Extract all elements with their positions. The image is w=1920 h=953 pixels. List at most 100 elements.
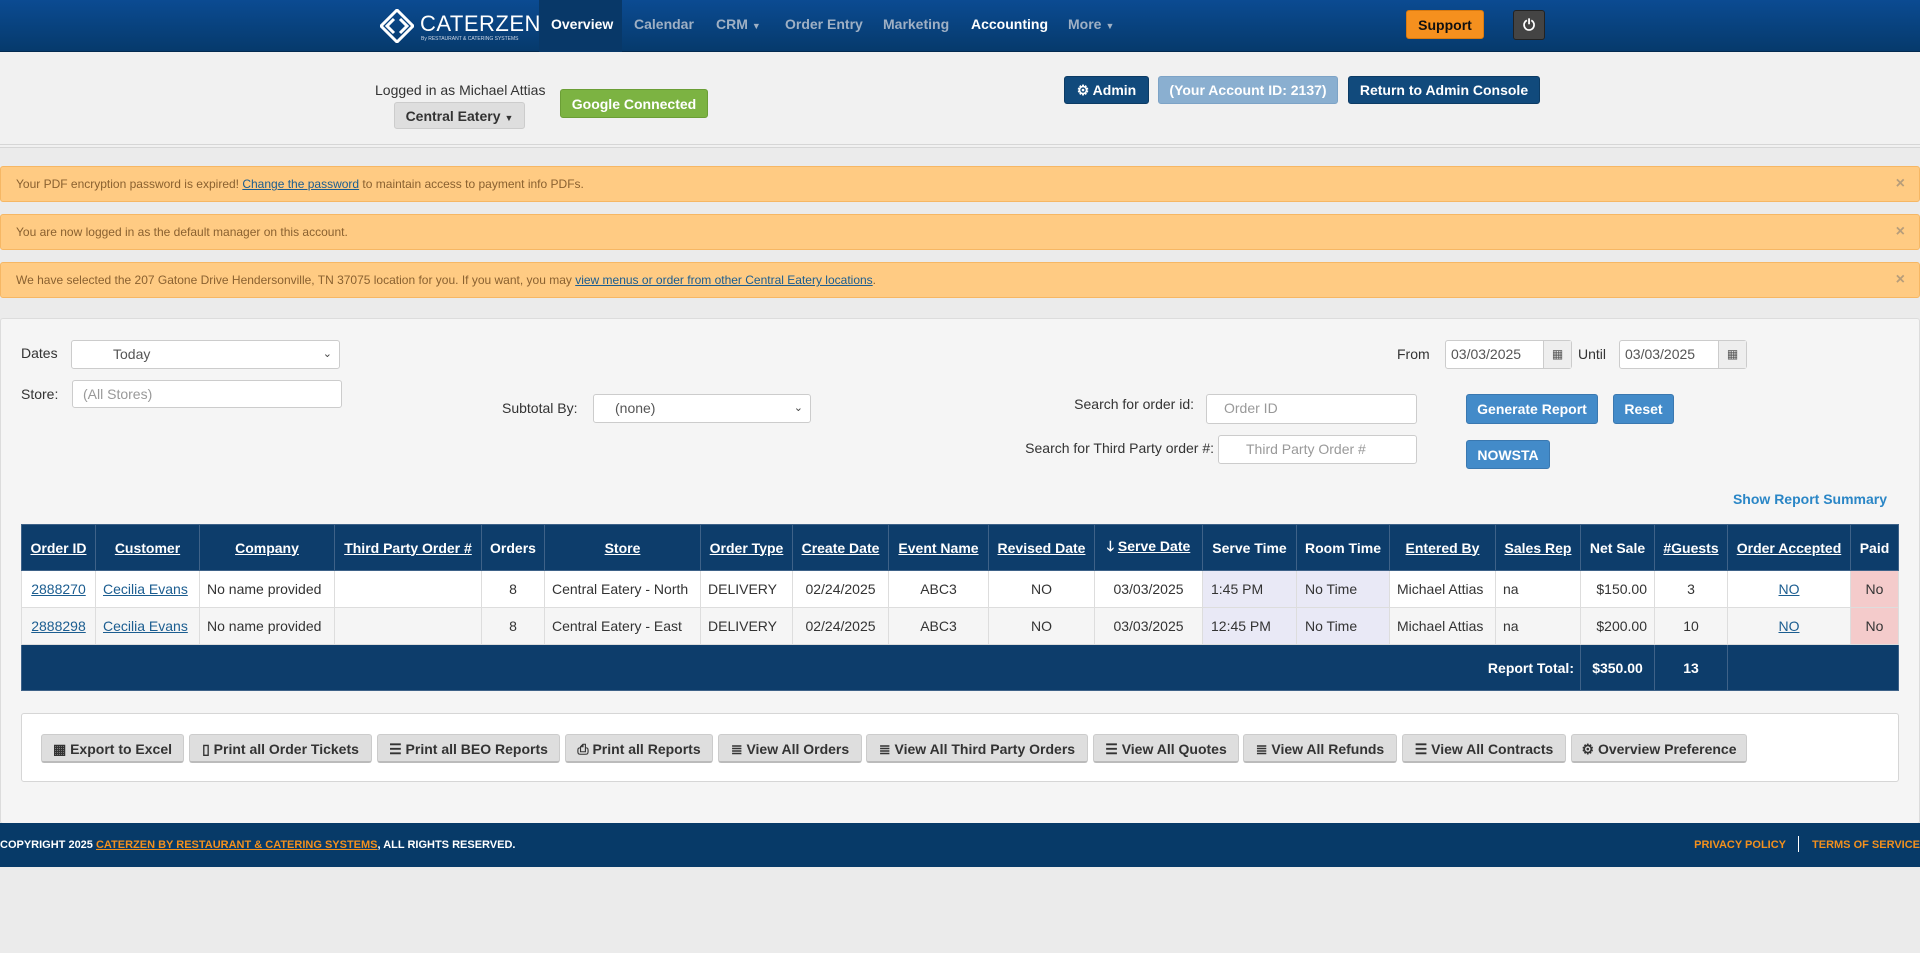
column-header[interactable]: Customer xyxy=(95,524,200,571)
cell-link[interactable]: 2888298 xyxy=(31,618,86,634)
column-header[interactable]: Third Party Order # xyxy=(334,524,482,571)
close-icon[interactable]: × xyxy=(1896,263,1905,297)
return-admin-console-button[interactable]: Return to Admin Console xyxy=(1348,76,1540,104)
cell-order-type: DELIVERY xyxy=(700,607,793,645)
from-date-input[interactable]: 03/03/2025 ▦ xyxy=(1445,340,1572,369)
order-id-placeholder: Order ID xyxy=(1224,400,1278,416)
column-label: Order ID xyxy=(30,539,87,556)
column-header[interactable]: Create Date xyxy=(792,524,889,571)
column-header[interactable]: Entered By xyxy=(1389,524,1496,571)
cell-link[interactable]: NO xyxy=(1779,581,1800,597)
store-input[interactable]: (All Stores) xyxy=(72,380,342,408)
cell-sales-rep: na xyxy=(1495,607,1581,645)
order-id-input[interactable]: Order ID xyxy=(1206,394,1417,424)
cell-order-accepted: NO xyxy=(1727,570,1851,608)
cell-link[interactable]: NO xyxy=(1779,618,1800,634)
column-header[interactable]: Sales Rep xyxy=(1495,524,1581,571)
third-party-input[interactable]: Third Party Order # xyxy=(1218,435,1417,464)
column-header[interactable]: 🡓 Serve Date xyxy=(1094,524,1203,571)
store-label: Central Eatery xyxy=(405,108,501,124)
column-header[interactable]: Order Accepted xyxy=(1727,524,1851,571)
nav-marketing[interactable]: Marketing xyxy=(871,0,961,52)
report-total-row: Report Total: $350.00 13 xyxy=(21,644,1899,691)
logout-button[interactable]: ⏻ xyxy=(1513,10,1545,40)
nav-accounting[interactable]: Accounting xyxy=(959,0,1060,52)
cell-link[interactable]: Cecilia Evans xyxy=(103,618,188,634)
generate-report-button[interactable]: Generate Report xyxy=(1466,394,1598,424)
cell-serve-time: 1:45 PM xyxy=(1202,570,1297,608)
column-label: Company xyxy=(235,539,299,556)
support-button[interactable]: Support xyxy=(1406,10,1484,39)
action-label: View All Third Party Orders xyxy=(894,741,1076,757)
column-header[interactable]: Order ID xyxy=(21,524,96,571)
cell-link[interactable]: 2888270 xyxy=(31,581,86,597)
nav-more[interactable]: More ▼ xyxy=(1056,0,1126,52)
column-header[interactable]: #Guests xyxy=(1654,524,1728,571)
reset-button[interactable]: Reset xyxy=(1613,394,1674,424)
cell-net-sale: $200.00 xyxy=(1580,607,1655,645)
company-link[interactable]: CATERZEN BY RESTAURANT & CATERING SYSTEM… xyxy=(96,839,378,851)
action-button-print-all-reports[interactable]: ⎙ Print all Reports xyxy=(565,734,713,763)
column-header[interactable]: Store xyxy=(544,524,701,571)
nav-overview[interactable]: Overview xyxy=(539,0,622,52)
terms-of-service-link[interactable]: TERMS OF SERVICE xyxy=(1812,823,1920,867)
order-id-label: Search for order id: xyxy=(1074,396,1194,412)
cell-entered-by: Michael Attias xyxy=(1389,607,1496,645)
until-date-input[interactable]: 03/03/2025 ▦ xyxy=(1619,340,1747,369)
nav-calendar[interactable]: Calendar xyxy=(622,0,706,52)
calendar-icon[interactable]: ▦ xyxy=(1543,341,1571,368)
action-button-overview-preference[interactable]: ⚙ Overview Preference xyxy=(1571,734,1747,763)
nav-label: More xyxy=(1068,16,1102,32)
caret-down-icon: ▼ xyxy=(1105,21,1115,31)
show-report-summary-link[interactable]: Show Report Summary xyxy=(1733,491,1887,507)
cell-room-time: No Time xyxy=(1296,570,1390,608)
column-header[interactable]: Revised Date xyxy=(988,524,1095,571)
table-header-row: Order ID Customer Company Third Party Order… xyxy=(21,524,1899,571)
subtotal-select[interactable]: (none) ⌄ xyxy=(593,394,811,423)
action-button-view-all-third-party-orders[interactable]: ≣ View All Third Party Orders xyxy=(866,734,1088,763)
cell-customer: Cecilia Evans xyxy=(95,570,200,608)
google-connected-button[interactable]: Google Connected xyxy=(560,89,708,118)
column-label: Orders xyxy=(490,539,536,556)
action-label: View All Quotes xyxy=(1121,741,1227,757)
action-button-view-all-orders[interactable]: ≣ View All Orders xyxy=(718,734,862,763)
nav-order-entry[interactable]: Order Entry xyxy=(773,0,875,52)
nowsta-button[interactable]: NOWSTA xyxy=(1466,440,1550,469)
action-button-view-all-contracts[interactable]: ☰ View All Contracts xyxy=(1402,734,1566,763)
caterzen-logo[interactable]: CATERZEN By RESTAURANT & CATERING SYSTEM… xyxy=(380,9,540,43)
copyright-text: COPYRIGHT 2025 xyxy=(0,839,96,851)
column-label: Serve Date xyxy=(1117,537,1191,554)
calendar-icon[interactable]: ▦ xyxy=(1718,341,1746,368)
action-button-export-to-excel[interactable]: ▦ Export to Excel xyxy=(41,734,184,763)
other-locations-link[interactable]: view menus or order from other Central E… xyxy=(575,273,872,287)
action-button-view-all-quotes[interactable]: ☰ View All Quotes xyxy=(1093,734,1239,763)
dates-label: Dates xyxy=(21,345,58,361)
column-label: Create Date xyxy=(801,539,880,556)
dates-select[interactable]: Today ⌄ xyxy=(71,340,340,369)
close-icon[interactable]: × xyxy=(1896,167,1905,201)
cell-create-date: 02/24/2025 xyxy=(792,570,889,608)
action-button-view-all-refunds[interactable]: ≣ View All Refunds xyxy=(1243,734,1397,763)
close-icon[interactable]: × xyxy=(1896,215,1905,249)
column-header[interactable]: Order Type xyxy=(700,524,793,571)
dates-value: Today xyxy=(113,346,151,362)
column-header[interactable]: Company xyxy=(199,524,335,571)
privacy-policy-link[interactable]: PRIVACY POLICY xyxy=(1694,823,1786,867)
cell-paid: No xyxy=(1850,570,1899,608)
change-password-link[interactable]: Change the password xyxy=(242,177,359,191)
nav-label: Marketing xyxy=(883,16,950,32)
nav-crm[interactable]: CRM ▼ xyxy=(704,0,773,52)
copyright-text: , ALL RIGHTS RESERVED. xyxy=(377,839,516,851)
action-button-print-all-beo-reports[interactable]: ☰ Print all BEO Reports xyxy=(377,734,560,763)
cell-link[interactable]: Cecilia Evans xyxy=(103,581,188,597)
action-button-print-all-order-tickets[interactable]: ▯ Print all Order Tickets xyxy=(189,734,372,763)
footer-divider xyxy=(1798,836,1799,852)
admin-button[interactable]: ⚙ Admin xyxy=(1064,76,1149,104)
cell-order-type: DELIVERY xyxy=(700,570,793,608)
from-label: From xyxy=(1397,346,1430,362)
store-switch-button[interactable]: Central Eatery ▼ xyxy=(394,102,525,129)
chevron-down-icon: ⌄ xyxy=(322,348,332,360)
cell-third-party-order xyxy=(334,607,482,645)
list-icon: ☰ xyxy=(1414,741,1432,757)
column-header[interactable]: Event Name xyxy=(888,524,989,571)
